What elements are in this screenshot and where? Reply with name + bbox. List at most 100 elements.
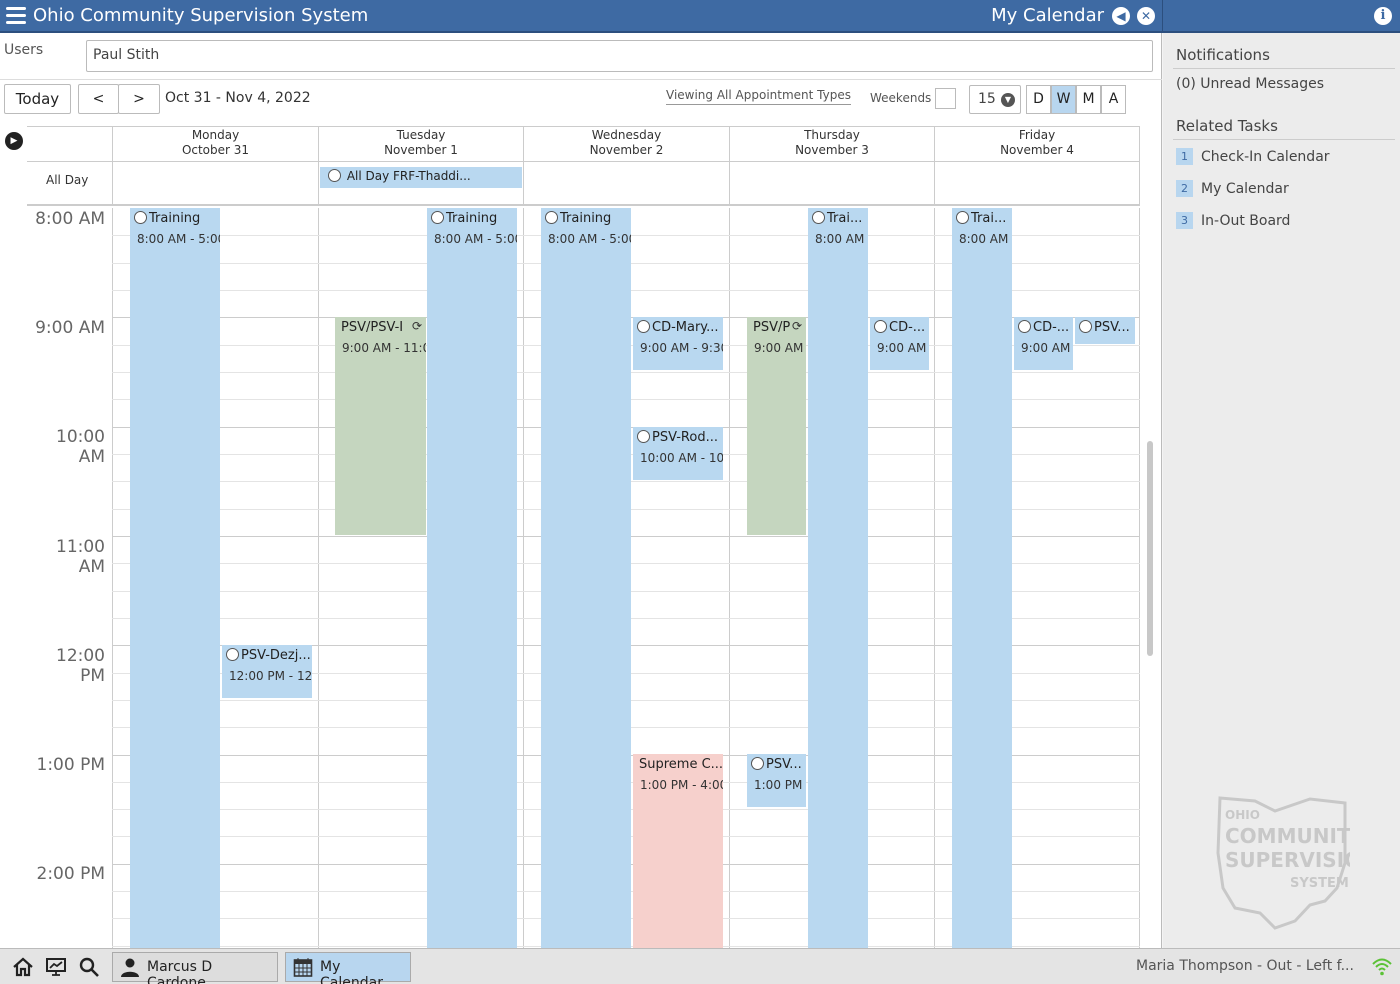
event-time: 8:00 AM - [959, 232, 1012, 246]
related-task-check-in-calendar[interactable]: 1 Check-In Calendar [1176, 148, 1330, 165]
event-title: PSV-Rod... [652, 430, 718, 445]
calendar-event[interactable]: CD-Mary... 9:00 AM - 9:30 [633, 317, 723, 370]
event-title-row: CD-... [874, 320, 925, 335]
calendar-event[interactable]: PSV... [1075, 317, 1135, 344]
next-week-button[interactable]: > [118, 84, 160, 114]
ohio-watermark-logo: OHIO COMMUNITY SUPERVISION SYSTEM [1216, 796, 1350, 930]
all-day-event[interactable]: All Day FRF-Thaddi... [320, 167, 522, 188]
date-range: Oct 31 - Nov 4, 2022 [165, 90, 311, 106]
weekends-checkbox[interactable] [935, 88, 956, 109]
search-icon[interactable] [78, 956, 100, 978]
event-title: Training [560, 211, 612, 226]
event-title-row: Training [545, 211, 611, 226]
connection-signal-icon [1372, 958, 1392, 976]
calendar-event[interactable]: Training 8:00 AM - 5:00 [541, 208, 631, 948]
watermark-text: COMMUNITY [1225, 824, 1350, 848]
tab-label: My Calendar [320, 959, 383, 984]
view-day-button[interactable]: D [1026, 85, 1051, 114]
event-title-row: PSV/PSV-I [341, 320, 403, 335]
calendar-event[interactable]: PSV/PSV-I ⟳ 9:00 AM - 11:00 [335, 317, 426, 535]
related-task-in-out-board[interactable]: 3 In-Out Board [1176, 212, 1290, 229]
task-number: 3 [1176, 212, 1193, 229]
calendar-event[interactable]: Training 8:00 AM - 5:00 [427, 208, 517, 948]
calendar-header: Monday October 31 Tuesday November 1 Wed… [27, 127, 1140, 162]
event-title: All Day FRF-Thaddi... [346, 169, 471, 183]
event-time: 9:00 AM - [1021, 341, 1073, 355]
status-radio-icon[interactable] [1079, 320, 1092, 333]
event-title-row: CD-... [1018, 320, 1069, 335]
event-title-row: Trai... [956, 211, 1006, 226]
tab-my-calendar[interactable]: My Calendar [285, 952, 411, 984]
event-title: CD-... [1033, 320, 1070, 335]
calendar-event[interactable]: PSV-Rod... 10:00 AM - 10:3 [633, 427, 723, 480]
calendar-event[interactable]: Trai... 8:00 AM - [808, 208, 868, 948]
right-panel: Notifications (0) Unread Messages Relate… [1163, 33, 1400, 948]
calendar-scrollbar[interactable] [1147, 441, 1153, 656]
column-line [729, 208, 730, 948]
event-title-row: Training [134, 211, 200, 226]
column-line [1139, 208, 1140, 948]
hamburger-menu-icon[interactable] [6, 7, 26, 25]
status-radio-icon[interactable] [226, 648, 239, 661]
status-radio-icon[interactable] [328, 169, 341, 182]
calendar-event[interactable]: PSV/P ⟳ 9:00 AM - [747, 317, 806, 535]
calendar-event[interactable]: Trai... 8:00 AM - [952, 208, 1012, 948]
home-icon[interactable] [12, 956, 34, 978]
status-radio-icon[interactable] [751, 757, 764, 770]
tab-user-profile[interactable]: Marcus D Cardone [112, 952, 278, 984]
calendar-event[interactable]: CD-... 9:00 AM - [1014, 317, 1073, 370]
event-title: Supreme C... [639, 757, 723, 772]
calendar-event[interactable]: Supreme C... 1:00 PM - 4:00 [633, 754, 723, 948]
calendar-event[interactable]: Training 8:00 AM - 5:00 [130, 208, 220, 948]
task-label: In-Out Board [1201, 213, 1291, 229]
day-date: November 3 [795, 143, 869, 157]
unread-messages-link[interactable]: (0) Unread Messages [1176, 76, 1324, 92]
day-header: Friday November 4 [934, 127, 1140, 162]
calendar-event[interactable]: CD-... 9:00 AM - [870, 317, 929, 370]
all-day-cell[interactable] [112, 162, 318, 206]
event-title: Training [446, 211, 498, 226]
previous-week-button[interactable]: < [78, 84, 119, 114]
status-radio-icon[interactable] [812, 211, 825, 224]
status-radio-icon[interactable] [956, 211, 969, 224]
today-button[interactable]: Today [4, 84, 71, 114]
divider [1173, 68, 1395, 69]
time-grid: 8:00 AM 9:00 AM 10:00 AM 11:00 AM 12:00 … [27, 208, 1140, 948]
view-week-button[interactable]: W [1051, 85, 1076, 114]
status-radio-icon[interactable] [874, 320, 887, 333]
status-radio-icon[interactable] [545, 211, 558, 224]
day-name: Thursday [804, 128, 860, 142]
interval-select[interactable]: 15 ▼ [969, 85, 1021, 114]
related-task-my-calendar[interactable]: 2 My Calendar [1176, 180, 1289, 197]
info-icon[interactable]: i [1374, 7, 1392, 25]
monitor-icon[interactable] [45, 956, 67, 978]
taskbar: Marcus D Cardone My Calendar Maria Thomp… [0, 948, 1400, 984]
view-month-button[interactable]: M [1076, 85, 1101, 114]
status-radio-icon[interactable] [637, 320, 650, 333]
calendar-event[interactable]: PSV... 1:00 PM - [747, 754, 806, 807]
title-bar: Ohio Community Supervision System My Cal… [0, 0, 1162, 33]
close-icon[interactable]: ✕ [1137, 7, 1155, 25]
status-radio-icon[interactable] [1018, 320, 1031, 333]
calendar-event[interactable]: PSV-Dezj... 12:00 PM - 12:3 [222, 645, 312, 698]
time-label: 1:00 PM [36, 755, 106, 775]
all-day-cell[interactable] [934, 162, 1140, 206]
notifications-title: Notifications [1176, 46, 1270, 64]
in-out-status[interactable]: Maria Thompson - Out - Left f... [1136, 958, 1354, 974]
all-day-cell[interactable] [523, 162, 729, 206]
event-title: PSV... [1094, 320, 1130, 335]
all-day-cell[interactable] [729, 162, 934, 206]
view-agenda-button[interactable]: A [1101, 85, 1126, 114]
status-radio-icon[interactable] [431, 211, 444, 224]
appointment-types-filter[interactable]: Viewing All Appointment Types [666, 88, 851, 105]
watermark-text: SYSTEM [1290, 876, 1349, 891]
status-radio-icon[interactable] [134, 211, 147, 224]
event-title-row: Trai... [812, 211, 862, 226]
event-title: PSV/PSV-I [341, 320, 404, 335]
expand-arrow-icon[interactable]: ▶ [5, 132, 23, 150]
users-field[interactable]: Paul Stith [86, 40, 1153, 72]
event-title-row: PSV... [1079, 320, 1130, 335]
day-name: Friday [1018, 128, 1056, 142]
status-radio-icon[interactable] [637, 430, 650, 443]
back-icon[interactable]: ◀ [1112, 7, 1130, 25]
